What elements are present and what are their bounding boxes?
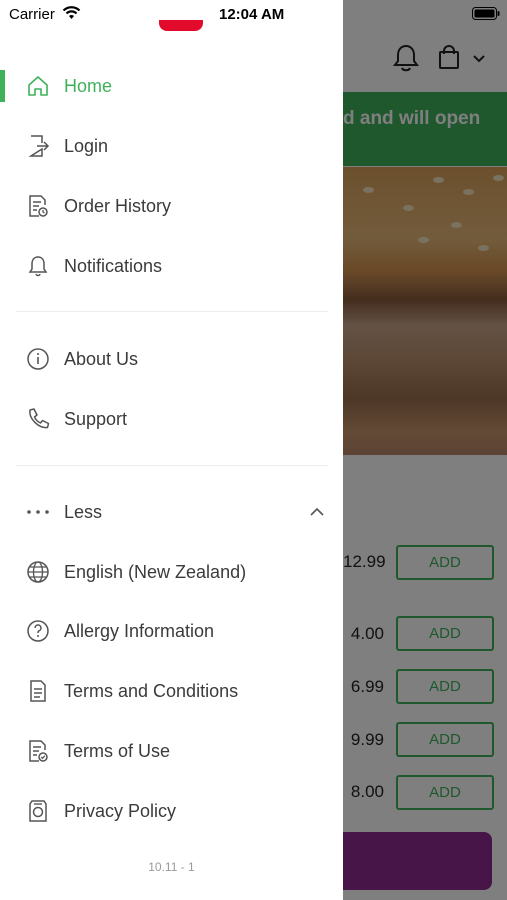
info-icon [24, 346, 51, 373]
nav-label: Allergy Information [64, 620, 215, 641]
app-version: 10.11 - 1 [148, 860, 195, 874]
nav-item-about-us[interactable]: About Us [0, 331, 343, 387]
nav-label: English (New Zealand) [64, 561, 247, 582]
nav-label: About Us [64, 348, 139, 369]
nav-item-terms-and-conditions[interactable]: Terms and Conditions [0, 663, 343, 719]
nav-item-allergy-information[interactable]: Allergy Information [0, 603, 343, 659]
nav-label: Privacy Policy [64, 800, 177, 821]
nav-item-support[interactable]: Support [0, 391, 343, 447]
battery-icon [472, 7, 500, 20]
document-check-icon [24, 738, 51, 765]
nav-item-login[interactable]: Login [0, 118, 343, 174]
carrier-label: Carrier [9, 6, 55, 23]
home-icon [24, 73, 51, 100]
chevron-up-icon [310, 507, 324, 516]
globe-icon [24, 559, 51, 586]
phone-icon [24, 406, 51, 433]
question-icon [24, 618, 51, 645]
nav-label: Login [64, 135, 109, 156]
nav-label: Home [64, 75, 113, 96]
divider [16, 465, 328, 466]
order-history-icon [24, 193, 51, 220]
navigation-drawer: Home Login Order History Notifications A… [0, 0, 343, 900]
privacy-icon [24, 798, 51, 825]
nav-item-order-history[interactable]: Order History [0, 178, 343, 234]
nav-item-terms-of-use[interactable]: Terms of Use [0, 723, 343, 779]
nav-label: Support [64, 408, 128, 429]
nav-label: Less [64, 501, 103, 522]
document-icon [24, 678, 51, 705]
nav-label: Order History [64, 195, 172, 216]
bell-icon [24, 253, 51, 280]
nav-item-privacy-policy[interactable]: Privacy Policy [0, 783, 343, 839]
nav-label: Terms of Use [64, 740, 171, 761]
login-icon [24, 133, 51, 160]
nav-item-less[interactable]: Less [0, 484, 343, 540]
nav-item-language[interactable]: English (New Zealand) [0, 544, 343, 600]
nav-label: Notifications [64, 255, 163, 276]
nav-item-home[interactable]: Home [0, 58, 343, 114]
clock: 12:04 AM [219, 6, 285, 23]
status-bar: Carrier 12:04 AM [0, 0, 507, 28]
more-dots-icon [24, 499, 51, 526]
divider [16, 311, 328, 312]
nav-label: Terms and Conditions [64, 680, 239, 701]
wifi-icon [62, 6, 81, 19]
nav-item-notifications[interactable]: Notifications [0, 238, 343, 294]
